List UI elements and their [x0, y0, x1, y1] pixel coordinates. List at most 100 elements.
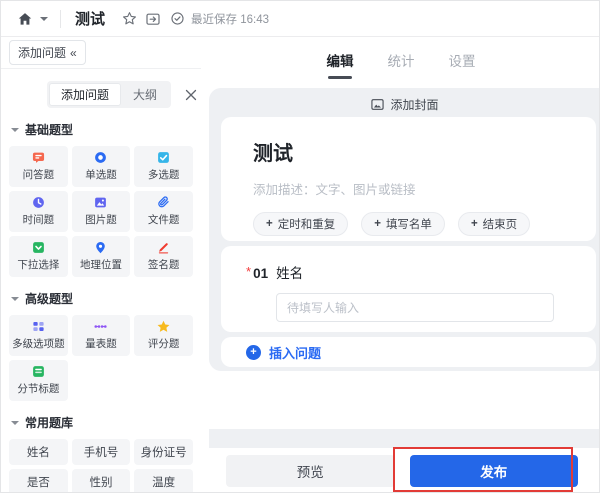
- advanced-question-grid: 多级选项题 量表题 评分题分节标题: [9, 315, 193, 401]
- tab-statistics[interactable]: 统计: [388, 46, 415, 79]
- insert-question-label: 插入问题: [269, 345, 322, 361]
- form-header-card: 测试 添加描述：文字、图片或链接 + 定时和重复 + 填写名单 + 结束页: [221, 117, 596, 241]
- question-type-label: 下拉选择: [17, 259, 60, 271]
- caret-down-icon: [11, 127, 19, 132]
- add-cover-button[interactable]: 添加封面: [209, 93, 599, 115]
- cover-image-icon: [371, 98, 385, 110]
- tab-settings[interactable]: 设置: [449, 46, 476, 79]
- sidebar-tab-switch: 添加问题 大纲: [47, 81, 172, 108]
- caret-down-icon: [11, 420, 19, 425]
- question-type-label: 时间题: [22, 214, 55, 226]
- section-icon: [32, 365, 45, 378]
- qtype-star-button[interactable]: 评分题: [134, 315, 193, 356]
- radio-icon: [94, 151, 107, 164]
- question-card[interactable]: * 01 姓名: [221, 246, 596, 332]
- qtype-signature-button[interactable]: 签名题: [134, 236, 193, 277]
- main-area: 编辑 统计 设置 添加封面 测试 添加描述：文字、图片或链接 + 定时和重复 +: [201, 37, 599, 492]
- qtype-image-button[interactable]: 图片题: [71, 191, 131, 232]
- qtype-dropdown-button[interactable]: 下拉选择: [9, 236, 68, 277]
- qtype-clock-button[interactable]: 时间题: [9, 191, 68, 232]
- plus-icon: +: [470, 218, 478, 230]
- close-icon[interactable]: [185, 89, 197, 101]
- qtype-pin-button[interactable]: 地理位置: [71, 236, 131, 277]
- checkbox-icon: [157, 151, 170, 164]
- panel-toggle-label: 添加问题: [18, 46, 67, 60]
- qtype-checkbox-button[interactable]: 多选题: [134, 146, 193, 187]
- library-item-button[interactable]: 性别: [71, 469, 131, 492]
- tab-edit[interactable]: 编辑: [327, 46, 354, 79]
- canvas-bottom-band: [209, 429, 599, 448]
- qtype-scale-button[interactable]: 量表题: [71, 315, 131, 356]
- qtype-section-button[interactable]: 分节标题: [9, 360, 68, 401]
- question-type-label: 单选题: [85, 169, 117, 181]
- saved-status: 最近保存 16:43: [191, 13, 269, 26]
- tab-outline[interactable]: 大纲: [121, 83, 169, 106]
- pin-icon: [94, 241, 107, 254]
- section-library: 常用题库 姓名手机号身份证号是否性别温度年龄出生年月体重: [1, 414, 201, 492]
- question-type-label: 地理位置: [79, 259, 122, 271]
- dropdown-icon: [32, 241, 45, 254]
- question-number: 01: [253, 266, 269, 281]
- collapse-chevron-icon: «: [70, 45, 77, 60]
- move-to-folder-icon[interactable]: [141, 7, 165, 31]
- question-title[interactable]: 姓名: [276, 262, 303, 282]
- qtype-cascade-button[interactable]: 多级选项题: [9, 315, 68, 356]
- sidebar-tabs-row: 添加问题 大纲: [47, 81, 197, 108]
- form-title[interactable]: 测试: [253, 137, 564, 166]
- section-basic: 基础题型 问答题 单选题 多选题时间题 图片题 文件题下拉选择 地理位置 签名题: [1, 121, 201, 277]
- required-asterisk: *: [246, 264, 252, 279]
- preview-button[interactable]: 预览: [226, 455, 395, 487]
- qtype-qa-chat-button[interactable]: 问答题: [9, 146, 68, 187]
- question-type-label: 文件题: [147, 214, 180, 226]
- chevron-down-icon: [40, 16, 48, 21]
- basic-question-grid: 问答题 单选题 多选题时间题 图片题 文件题下拉选择 地理位置 签名题: [9, 146, 193, 277]
- form-canvas: 添加封面 测试 添加描述：文字、图片或链接 + 定时和重复 + 填写名单 + 结…: [209, 88, 599, 371]
- panel-toggle-row: 添加问题 «: [1, 37, 201, 69]
- library-item-button[interactable]: 姓名: [9, 439, 68, 465]
- home-menu[interactable]: [13, 7, 48, 31]
- publish-button[interactable]: 发布: [409, 455, 578, 487]
- document-title[interactable]: 测试: [75, 8, 105, 29]
- section-advanced-header[interactable]: 高级题型: [11, 290, 191, 307]
- qtype-radio-button[interactable]: 单选题: [71, 146, 131, 187]
- home-icon[interactable]: [13, 7, 37, 31]
- qtype-paperclip-button[interactable]: 文件题: [134, 191, 193, 232]
- star-icon: [157, 320, 170, 333]
- signature-icon: [157, 241, 170, 254]
- end-page-button[interactable]: + 结束页: [457, 212, 531, 236]
- library-item-button[interactable]: 手机号: [71, 439, 131, 465]
- library-item-button[interactable]: 温度: [134, 469, 193, 492]
- plus-circle-icon: +: [246, 344, 261, 360]
- qa-chat-icon: [32, 151, 45, 164]
- question-type-label: 问答题: [22, 169, 55, 181]
- schedule-repeat-button[interactable]: + 定时和重复: [253, 212, 349, 236]
- answer-input[interactable]: [276, 293, 554, 322]
- form-description-placeholder[interactable]: 添加描述：文字、图片或链接: [253, 179, 564, 198]
- question-type-sidebar: 添加问题 « 添加问题 大纲 基础题型 问答题 单选题 多选题时间题 图片题 文件题下拉…: [1, 37, 201, 492]
- library-item-button[interactable]: 是否: [9, 469, 68, 492]
- caret-down-icon: [11, 296, 19, 301]
- tab-add-question[interactable]: 添加问题: [49, 83, 122, 106]
- scale-icon: [94, 320, 108, 333]
- question-type-label: 图片题: [85, 214, 117, 226]
- topbar: 测试 最近保存 16:43: [1, 1, 599, 37]
- image-icon: [94, 196, 107, 209]
- question-type-label: 签名题: [147, 259, 180, 271]
- library-item-button[interactable]: 身份证号: [134, 439, 193, 465]
- respondent-list-button[interactable]: + 填写名单: [361, 212, 445, 236]
- collapse-panel-button[interactable]: 添加问题 «: [9, 40, 86, 65]
- form-option-pills: + 定时和重复 + 填写名单 + 结束页: [253, 212, 564, 236]
- section-library-header[interactable]: 常用题库: [11, 414, 191, 431]
- plus-icon: +: [266, 218, 273, 230]
- section-advanced: 高级题型 多级选项题 量表题 评分题分节标题: [1, 290, 201, 401]
- insert-question-button[interactable]: + 插入问题: [221, 337, 596, 367]
- question-type-label: 多级选项题: [12, 338, 65, 350]
- star-icon[interactable]: [117, 7, 141, 31]
- library-question-grid: 姓名手机号身份证号是否性别温度年龄出生年月体重: [9, 439, 193, 492]
- question-type-label: 评分题: [147, 338, 180, 350]
- clock-icon: [32, 196, 45, 209]
- form-builder-app: 测试 最近保存 16:43 添加问题 « 添加问题 大纲 基础题型 问答题 单选…: [0, 0, 600, 493]
- footer-bar: 预览 发布: [201, 448, 599, 492]
- saved-check-icon: [165, 7, 189, 31]
- section-basic-header[interactable]: 基础题型: [11, 121, 191, 138]
